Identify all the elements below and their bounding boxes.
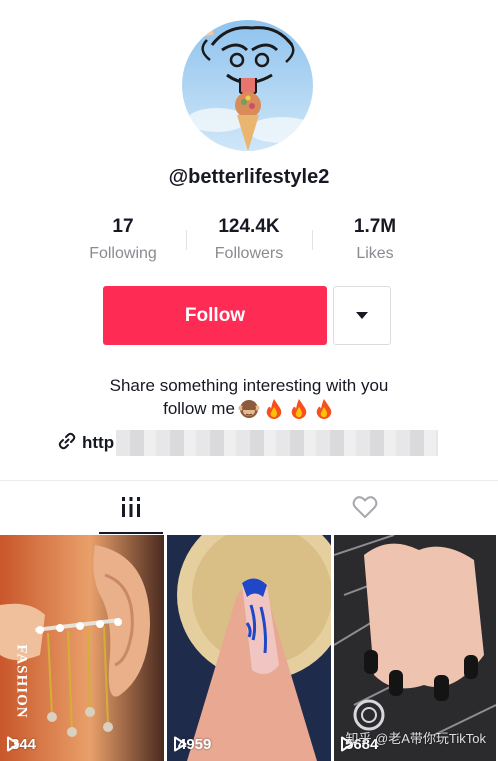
profile-stats: 17 Following 124.4K Followers 1.7M Likes bbox=[60, 216, 438, 268]
link-redacted bbox=[116, 430, 439, 456]
tab-active-indicator bbox=[99, 532, 163, 534]
grid-bars-icon bbox=[120, 496, 142, 523]
bio-line-2: follow me bbox=[0, 397, 498, 420]
video-grid: FASHION 344 4959 5684 知乎 @老A带你玩TikTok bbox=[0, 535, 498, 761]
play-count: 344 bbox=[6, 736, 36, 753]
profile-username: @betterlifestyle2 bbox=[168, 166, 330, 188]
stat-following-label: Following bbox=[89, 245, 157, 262]
profile-link[interactable]: http bbox=[58, 430, 439, 456]
fire-icon bbox=[263, 398, 285, 420]
stat-followers[interactable]: 124.4K Followers bbox=[186, 216, 312, 268]
caret-down-icon bbox=[355, 307, 369, 325]
play-count: 4959 bbox=[173, 736, 211, 753]
stat-followers-value: 124.4K bbox=[218, 216, 280, 237]
fire-icon bbox=[288, 398, 310, 420]
tab-videos[interactable] bbox=[99, 484, 163, 534]
stat-following[interactable]: 17 Following bbox=[60, 216, 186, 268]
video-tile[interactable]: 5684 知乎 @老A带你玩TikTok bbox=[334, 535, 498, 761]
stat-likes[interactable]: 1.7M Likes bbox=[312, 216, 438, 268]
profile-avatar[interactable] bbox=[182, 20, 313, 151]
tabs-divider bbox=[0, 480, 498, 481]
stat-likes-label: Likes bbox=[356, 245, 394, 262]
watermark: 知乎 @老A带你玩TikTok bbox=[345, 731, 486, 746]
heart-outline-icon bbox=[352, 495, 378, 524]
link-icon bbox=[58, 432, 76, 455]
tab-liked[interactable] bbox=[335, 484, 395, 534]
video-tile[interactable]: FASHION 344 bbox=[0, 535, 164, 761]
video-overlay-text: FASHION bbox=[13, 644, 30, 719]
stat-likes-value: 1.7M bbox=[353, 216, 397, 237]
bio-line-2-text: follow me bbox=[163, 399, 235, 418]
stat-following-value: 17 bbox=[112, 216, 134, 237]
video-tile[interactable]: 4959 bbox=[167, 535, 331, 761]
suggested-accounts-button[interactable] bbox=[333, 286, 391, 345]
link-text: http bbox=[82, 433, 115, 452]
profile-bio: Share something interesting with you fol… bbox=[0, 374, 498, 420]
bio-line-1: Share something interesting with you bbox=[109, 376, 389, 395]
follow-button[interactable]: Follow bbox=[103, 286, 327, 345]
fire-icon bbox=[313, 398, 335, 420]
see-no-evil-monkey-icon bbox=[238, 398, 260, 420]
stat-followers-label: Followers bbox=[214, 245, 284, 262]
